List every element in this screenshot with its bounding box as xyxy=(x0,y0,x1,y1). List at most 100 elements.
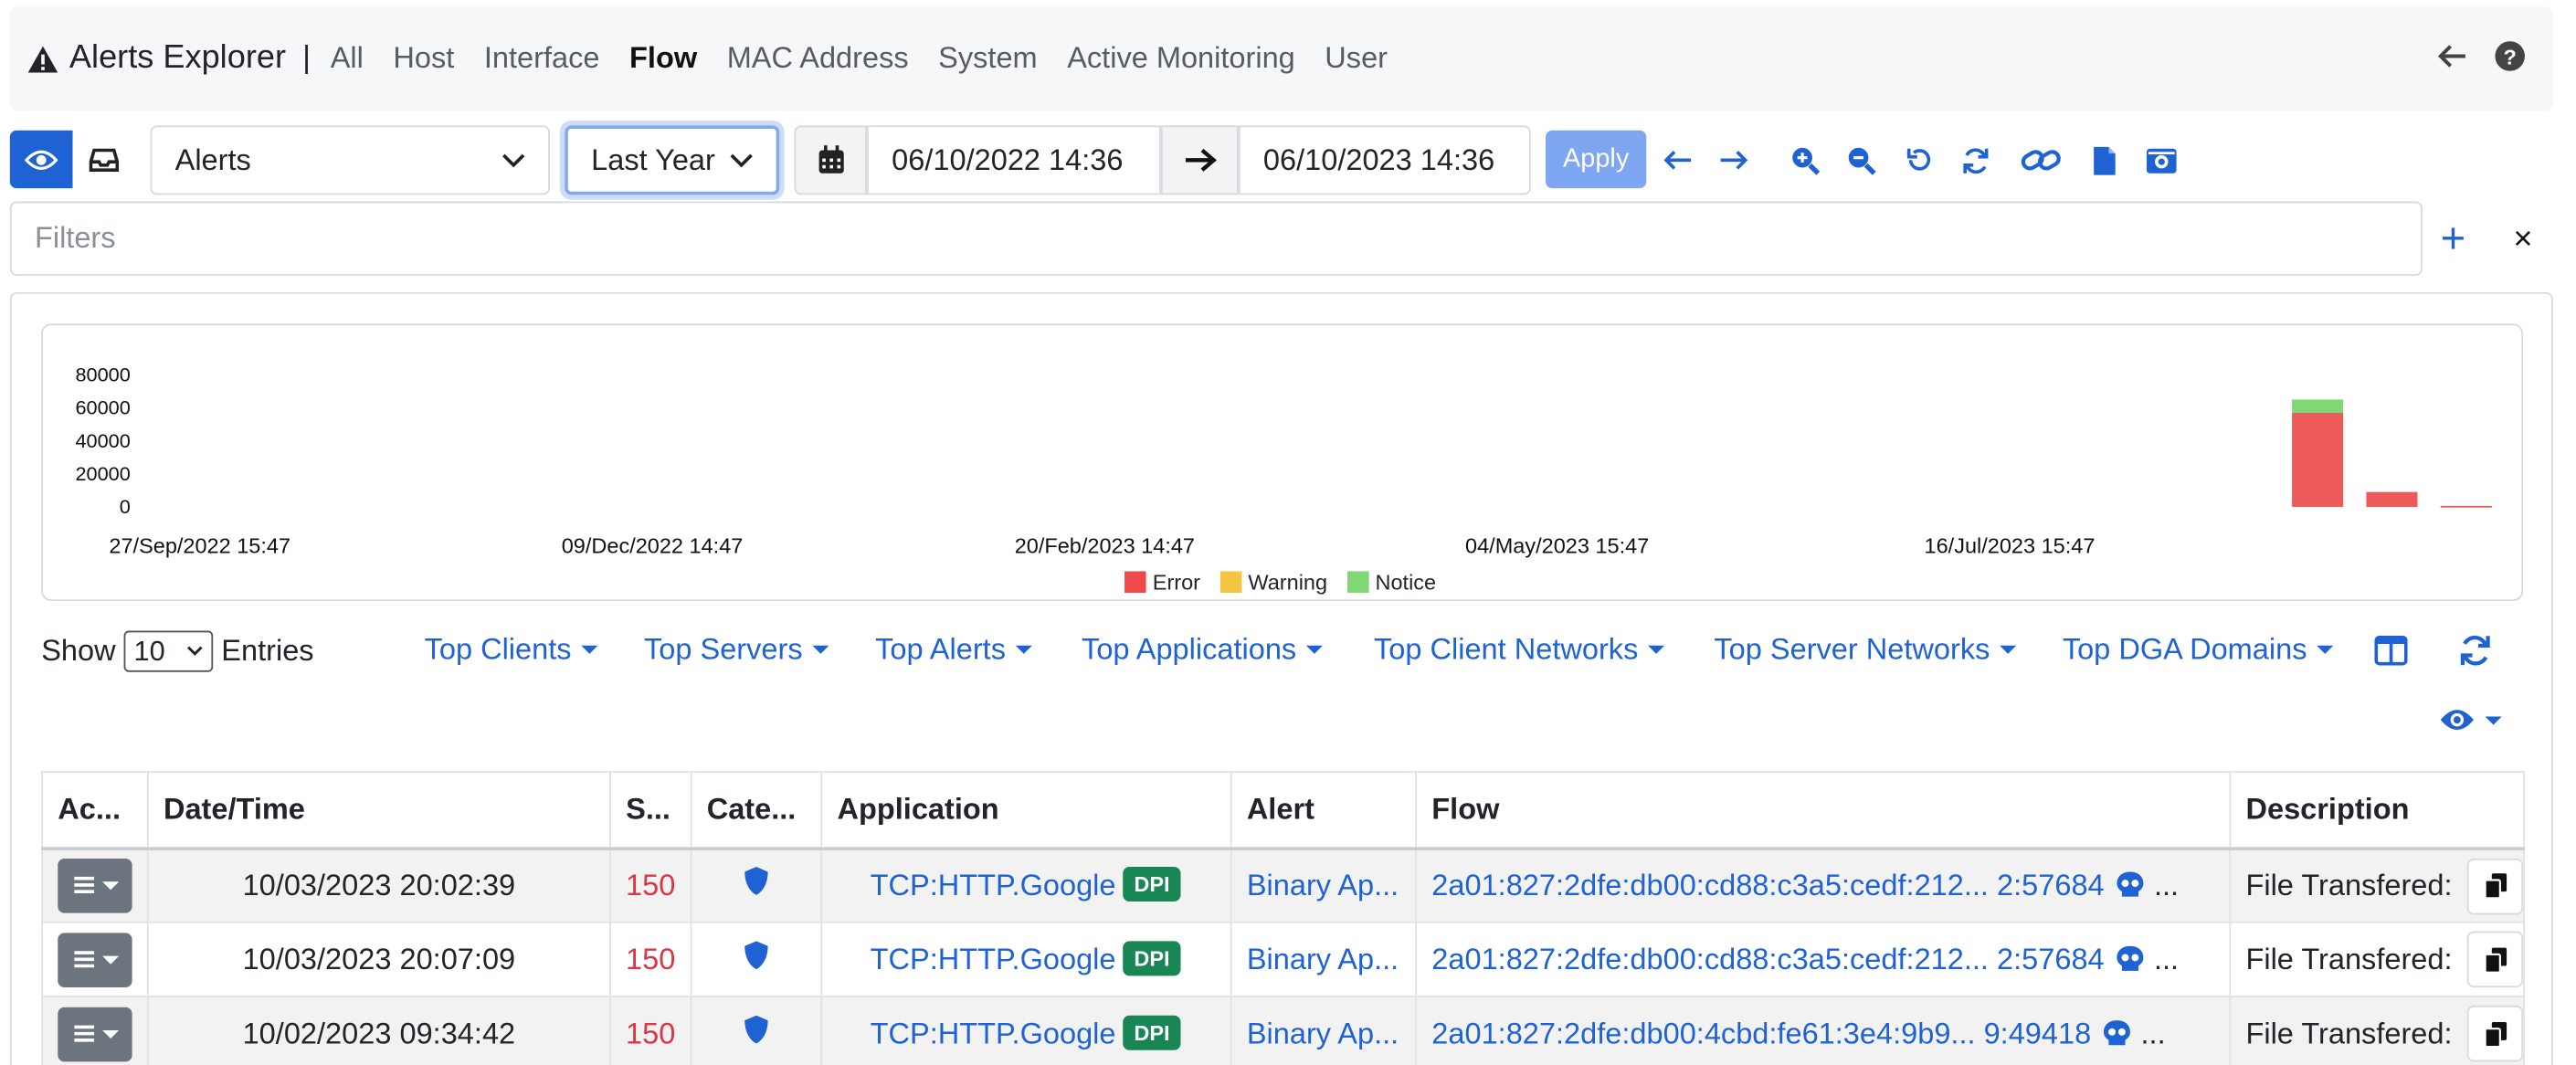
chevron-down-icon xyxy=(187,646,203,656)
copy-button[interactable] xyxy=(2466,1005,2523,1062)
actions-cell xyxy=(41,847,149,923)
tab-host[interactable]: Host xyxy=(393,41,454,76)
page-title-text: Alerts Explorer xyxy=(69,39,287,77)
visibility-dropdown[interactable] xyxy=(2439,707,2502,733)
arrow-right-icon[interactable] xyxy=(1716,142,1752,178)
dpi-badge: DPI xyxy=(1122,1015,1182,1050)
date-range-arrow xyxy=(1160,125,1239,195)
column-header-datetime[interactable]: Date/Time xyxy=(146,771,611,850)
time-range-select[interactable]: Last Year xyxy=(565,125,780,195)
tab-flow[interactable]: Flow xyxy=(629,41,697,76)
top-alerts-dropdown[interactable]: Top Alerts xyxy=(875,632,1032,667)
copy-icon xyxy=(2483,1021,2507,1048)
caret-down-icon xyxy=(2485,715,2502,724)
date-from-input[interactable]: 06/10/2022 14:36 xyxy=(867,125,1161,195)
column-header-alert[interactable]: Alert xyxy=(1230,771,1418,850)
top-applications-label: Top Applications xyxy=(1082,632,1297,666)
application-link[interactable]: TCP:HTTP.Google xyxy=(871,1018,1116,1050)
tab-user[interactable]: User xyxy=(1325,41,1388,76)
column-header-actions[interactable]: Ac... xyxy=(41,771,149,850)
copy-button[interactable] xyxy=(2466,931,2523,988)
bar-notice[interactable] xyxy=(2292,399,2344,413)
skull-icon xyxy=(2104,1019,2131,1045)
top-clients-dropdown[interactable]: Top Clients xyxy=(425,632,598,667)
link-icon[interactable] xyxy=(2020,142,2063,178)
top-dga-domains-dropdown[interactable]: Top DGA Domains xyxy=(2063,632,2334,667)
date-to-input[interactable]: 06/10/2023 14:36 xyxy=(1238,125,1531,195)
copy-button[interactable] xyxy=(2466,858,2523,914)
tab-interface[interactable]: Interface xyxy=(484,41,600,76)
zoom-in-icon[interactable] xyxy=(1787,142,1823,178)
dpi-badge: DPI xyxy=(1122,867,1182,902)
back-arrow-icon[interactable] xyxy=(2437,43,2467,69)
column-header-score[interactable]: S... xyxy=(609,771,692,850)
bar-error[interactable] xyxy=(2292,412,2344,507)
arrow-left-icon[interactable] xyxy=(1660,142,1696,178)
tab-mac-address[interactable]: MAC Address xyxy=(727,41,909,76)
alerts-type-select[interactable]: Alerts xyxy=(150,125,550,195)
flow-cell: 2a01:827:2dfe:db00:4cbd:fe61:3e4:9b9... … xyxy=(1415,996,2232,1065)
entries-select[interactable]: 10 xyxy=(123,630,214,672)
alert-link[interactable]: Binary Ap... xyxy=(1247,1017,1399,1049)
top-server-networks-dropdown[interactable]: Top Server Networks xyxy=(1714,632,2017,667)
score-cell: 150 xyxy=(609,996,692,1065)
caret-down-icon xyxy=(581,645,598,654)
alert-link[interactable]: Binary Ap... xyxy=(1247,868,1399,901)
tab-system[interactable]: System xyxy=(938,41,1037,76)
undo-icon[interactable] xyxy=(1901,142,1937,178)
menu-lines-icon xyxy=(73,1025,94,1042)
tab-all[interactable]: All xyxy=(331,41,364,76)
view-alerts-button[interactable] xyxy=(9,130,73,189)
top-server-networks-label: Top Server Networks xyxy=(1714,632,1990,666)
alert-cell: Binary Ap... xyxy=(1230,847,1418,923)
snapshot-icon[interactable] xyxy=(2143,142,2180,178)
alerts-chart: 80000 60000 40000 20000 0 27/Sep/2022 15:47 09… xyxy=(41,323,2524,602)
filters-input[interactable]: Filters xyxy=(9,201,2423,276)
time-range-value: Last Year xyxy=(591,142,715,176)
datetime-cell: 10/03/2023 20:02:39 xyxy=(146,847,611,923)
top-alerts-label: Top Alerts xyxy=(875,632,1006,666)
application-link[interactable]: TCP:HTTP.Google xyxy=(871,869,1116,902)
legend-item-warning[interactable]: Warning xyxy=(1219,570,1327,595)
archived-alerts-button[interactable] xyxy=(72,130,136,189)
actions-menu-button[interactable] xyxy=(58,858,132,913)
actions-menu-button[interactable] xyxy=(58,932,132,987)
tab-active-monitoring[interactable]: Active Monitoring xyxy=(1067,41,1295,76)
flow-link[interactable]: 2a01:827:2dfe:db00:4cbd:fe61:3e4:9b9... … xyxy=(1431,1017,2091,1049)
columns-icon[interactable] xyxy=(2374,635,2408,666)
column-header-description[interactable]: Description xyxy=(2229,771,2525,850)
flow-link[interactable]: 2a01:827:2dfe:db00:cd88:c3a5:cedf:212...… xyxy=(1431,868,2104,901)
legend-item-error[interactable]: Error xyxy=(1124,570,1200,595)
alert-link[interactable]: Binary Ap... xyxy=(1247,942,1399,975)
column-header-application[interactable]: Application xyxy=(820,771,1232,850)
y-tick-label: 60000 xyxy=(75,396,130,419)
application-link[interactable]: TCP:HTTP.Google xyxy=(871,943,1116,975)
report-icon[interactable] xyxy=(2085,142,2122,178)
top-client-networks-dropdown[interactable]: Top Client Networks xyxy=(1374,632,1665,667)
menu-lines-icon xyxy=(73,877,94,894)
top-client-networks-label: Top Client Networks xyxy=(1374,632,1639,666)
shield-icon xyxy=(744,867,768,896)
reload-table-icon[interactable] xyxy=(2459,634,2492,667)
top-servers-dropdown[interactable]: Top Servers xyxy=(644,632,829,667)
x-tick-label: 09/Dec/2022 14:47 xyxy=(562,534,744,558)
column-header-flow[interactable]: Flow xyxy=(1415,771,2232,850)
actions-menu-button[interactable] xyxy=(58,1006,132,1061)
add-filter-button[interactable]: + xyxy=(2441,216,2465,259)
help-icon[interactable]: ? xyxy=(2494,39,2527,72)
toolbar: Alerts Last Year 06/10/2022 14:36 06/10/… xyxy=(9,125,2553,195)
legend-item-notice[interactable]: Notice xyxy=(1346,569,1437,595)
clear-filters-button[interactable]: × xyxy=(2513,219,2532,258)
alerts-chart-svg: 80000 60000 40000 20000 0 27/Sep/2022 15:47 09… xyxy=(75,364,2492,558)
apply-button[interactable]: Apply xyxy=(1546,130,1647,189)
refresh-icon[interactable] xyxy=(1957,142,1993,178)
actions-cell xyxy=(41,921,149,997)
flow-link[interactable]: 2a01:827:2dfe:db00:cd88:c3a5:cedf:212...… xyxy=(1431,942,2104,975)
zoom-out-icon[interactable] xyxy=(1842,142,1879,178)
legend-label: Notice xyxy=(1375,569,1437,595)
top-applications-dropdown[interactable]: Top Applications xyxy=(1082,632,1324,667)
column-header-category[interactable]: Cate... xyxy=(690,771,823,850)
calendar-button[interactable] xyxy=(794,125,868,195)
bar-error[interactable] xyxy=(2440,505,2492,508)
bar-error[interactable] xyxy=(2366,491,2418,507)
